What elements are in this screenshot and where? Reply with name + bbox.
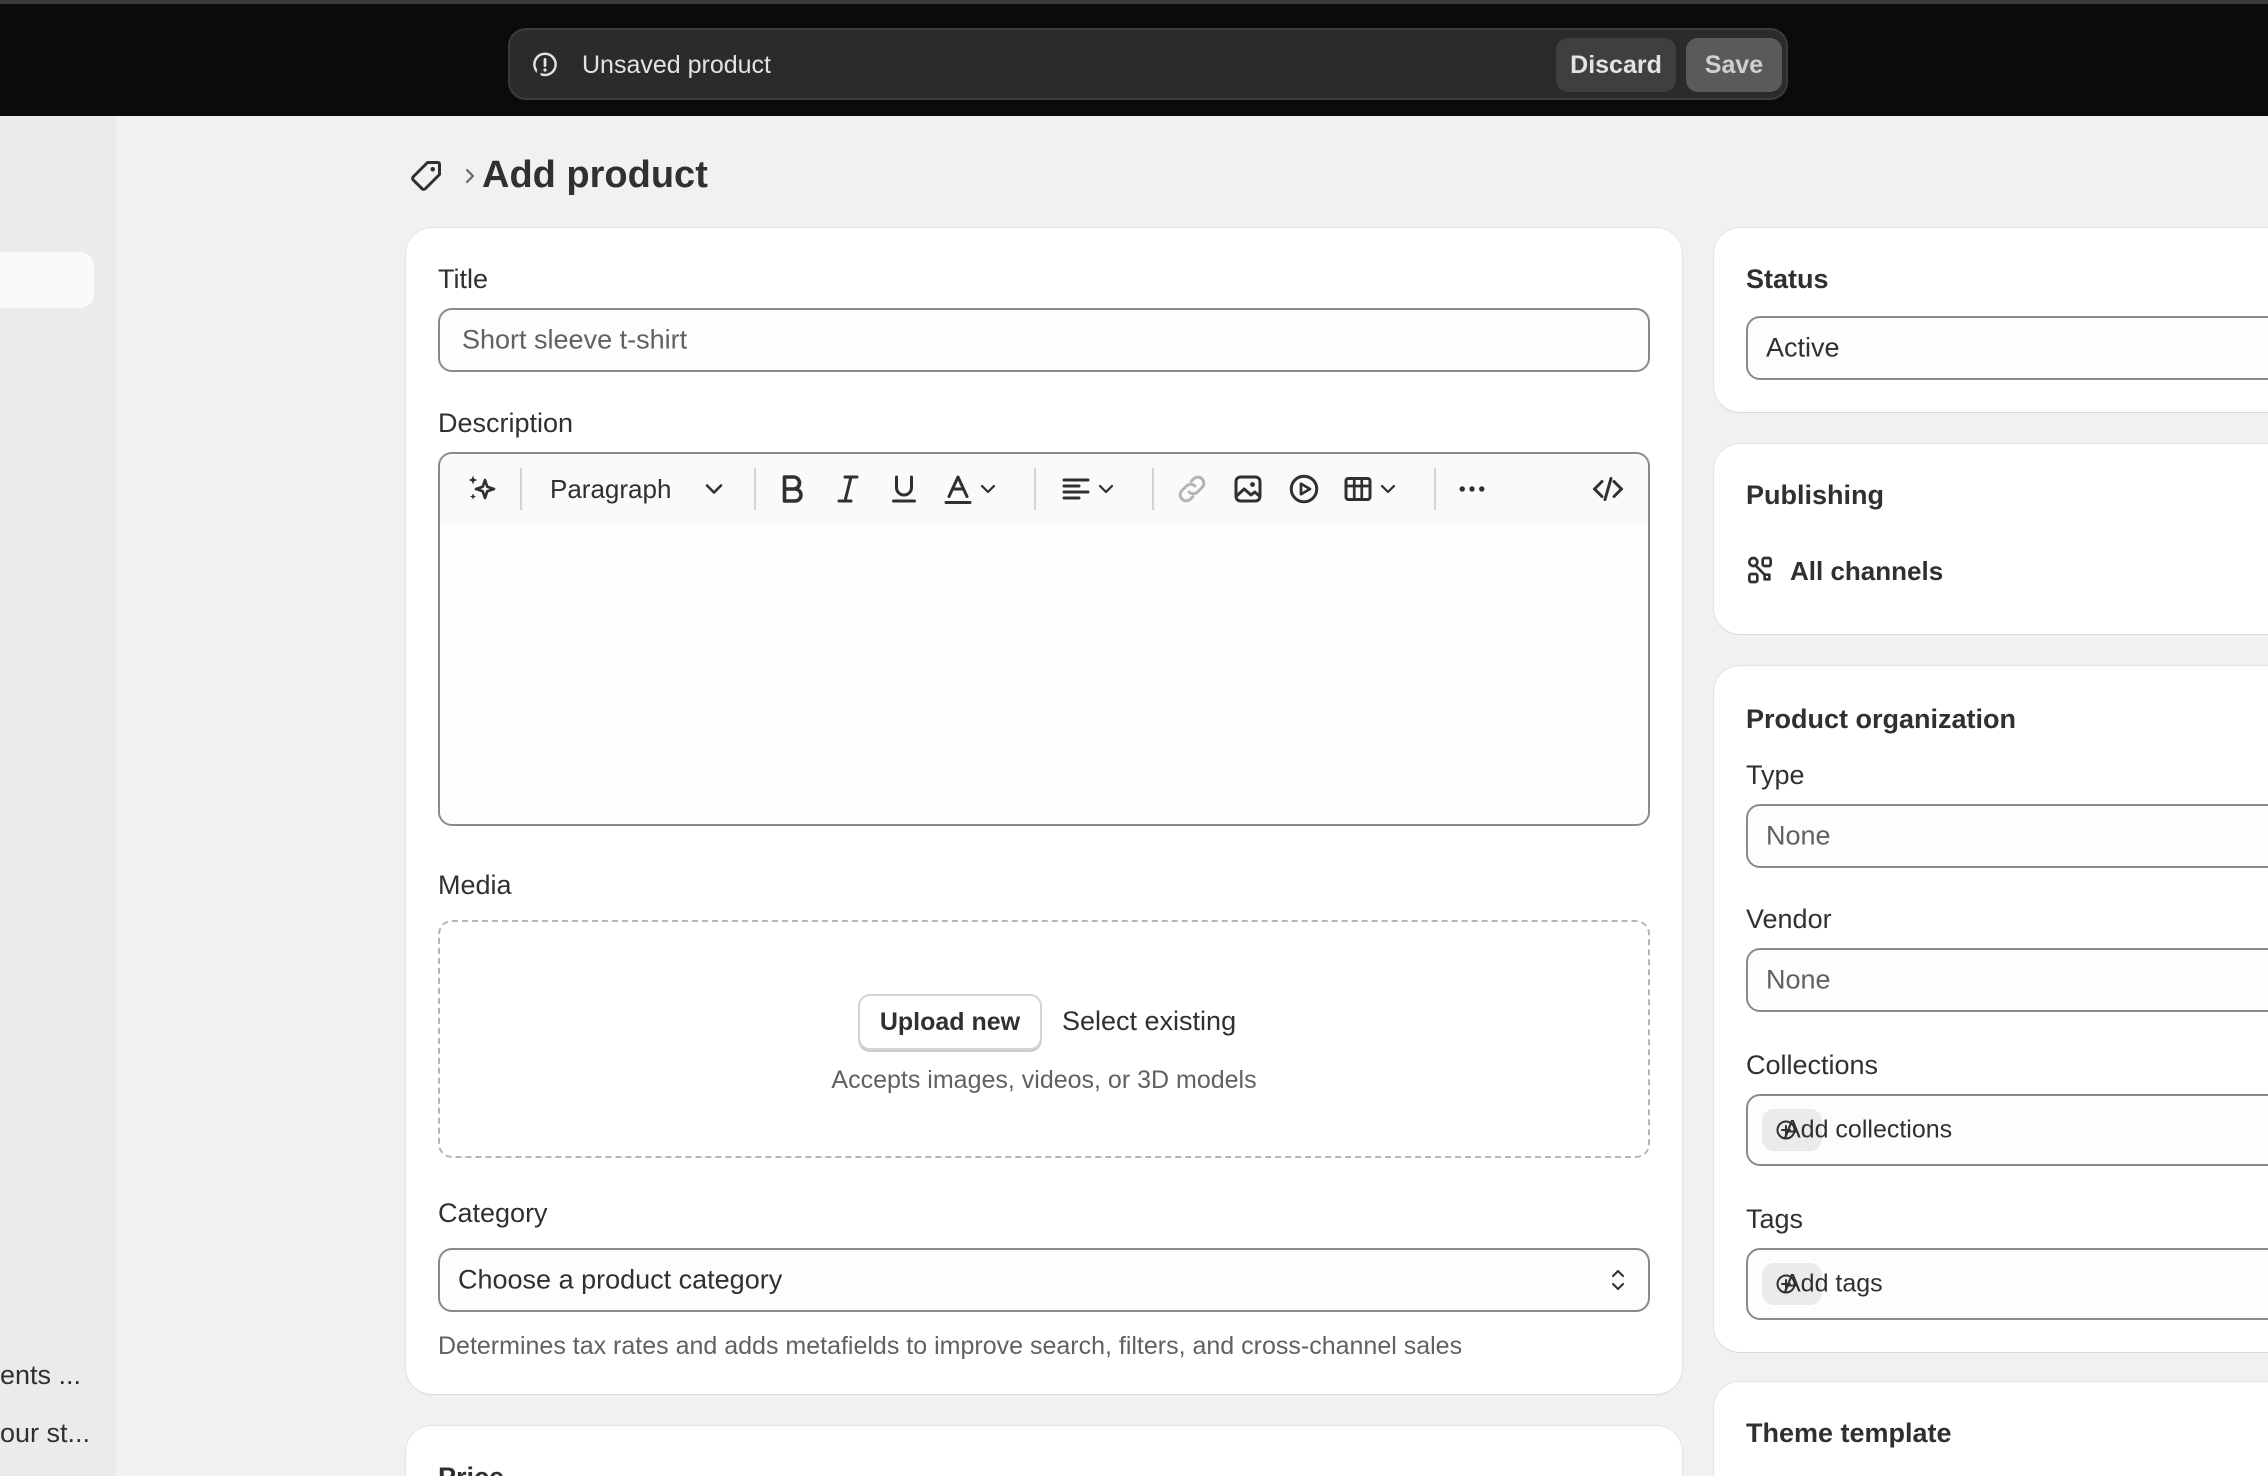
contextual-save-bar: Unsaved product Discard Save: [508, 28, 1788, 100]
vendor-label: Vendor: [1746, 904, 1832, 934]
link-icon[interactable]: [1174, 471, 1210, 507]
description-editor: Paragraph: [438, 452, 1650, 826]
text-color-icon[interactable]: [940, 471, 976, 507]
publishing-heading: Publishing: [1746, 480, 1884, 510]
editor-toolbar: Paragraph: [440, 454, 1648, 524]
underline-icon[interactable]: [886, 471, 922, 507]
publishing-card: Publishing All channels: [1714, 444, 2268, 634]
page-title: Add product: [482, 154, 708, 196]
collections-input[interactable]: Add collections: [1746, 1094, 2268, 1166]
title-input[interactable]: Short sleeve t-shirt: [438, 308, 1650, 372]
category-helper-text: Determines tax rates and adds metafields…: [438, 1332, 1463, 1360]
price-card: Price: [406, 1426, 1682, 1476]
title-placeholder: Short sleeve t-shirt: [462, 324, 688, 355]
toolbar-divider: [1434, 468, 1436, 510]
toolbar-divider: [1152, 468, 1154, 510]
media-hint: Accepts images, videos, or 3D models: [831, 1066, 1257, 1094]
discard-button[interactable]: Discard: [1556, 38, 1676, 92]
collections-label: Collections: [1746, 1050, 1879, 1080]
add-tags-label: Add tags: [1784, 1269, 1883, 1298]
sidebar-nav: ents ... our st...: [0, 116, 116, 1476]
category-placeholder: Choose a product category: [458, 1264, 783, 1295]
code-icon[interactable]: [1590, 471, 1626, 507]
chevron-down-icon[interactable]: [1094, 471, 1118, 507]
type-value: None: [1766, 820, 1831, 851]
select-chevrons-icon: [1612, 1270, 1624, 1290]
sidebar-item[interactable]: our st...: [0, 1418, 90, 1449]
media-label: Media: [438, 870, 512, 900]
select-existing-link[interactable]: Select existing: [1062, 1006, 1236, 1037]
upload-new-button[interactable]: Upload new: [858, 994, 1042, 1050]
add-collections-label: Add collections: [1784, 1115, 1953, 1144]
toolbar-divider: [1034, 468, 1036, 510]
product-organization-card: Product organization Type None Vendor No…: [1714, 666, 2268, 1352]
theme-template-heading: Theme template: [1746, 1418, 1952, 1448]
table-icon[interactable]: [1340, 471, 1376, 507]
category-label: Category: [438, 1198, 548, 1228]
chevron-right-icon: [466, 169, 474, 183]
align-left-icon[interactable]: [1058, 471, 1094, 507]
video-play-icon[interactable]: [1286, 471, 1322, 507]
chevron-down-icon[interactable]: [1376, 471, 1400, 507]
type-select[interactable]: None: [1746, 804, 2268, 868]
add-tags-chip[interactable]: Add tags: [1762, 1263, 1883, 1305]
description-textarea[interactable]: [440, 524, 1648, 824]
unsaved-message: Unsaved product: [582, 51, 772, 79]
magic-sparkle-icon[interactable]: [464, 471, 500, 507]
add-collections-chip[interactable]: Add collections: [1762, 1109, 1952, 1151]
organization-heading: Product organization: [1746, 704, 2016, 734]
save-button[interactable]: Save: [1686, 38, 1782, 92]
sidebar-item-active[interactable]: [0, 252, 94, 308]
theme-template-card: Theme template: [1714, 1382, 2268, 1476]
sidebar-item[interactable]: ents ...: [0, 1360, 81, 1391]
tags-input[interactable]: Add tags: [1746, 1248, 2268, 1320]
toolbar-divider: [754, 468, 756, 510]
image-icon[interactable]: [1230, 471, 1266, 507]
status-card: Status Active: [1714, 228, 2268, 412]
product-details-card: Title Short sleeve t-shirt Description P…: [406, 228, 1682, 1394]
more-horizontal-icon[interactable]: [1454, 471, 1490, 507]
category-select[interactable]: Choose a product category: [438, 1248, 1650, 1312]
paragraph-style-select[interactable]: Paragraph: [550, 471, 671, 507]
chevron-down-icon[interactable]: [976, 471, 1000, 507]
description-label: Description: [438, 408, 574, 438]
price-heading: Price: [438, 1462, 504, 1476]
media-dropzone[interactable]: Upload new Select existing Accepts image…: [438, 920, 1650, 1158]
toolbar-divider: [520, 468, 522, 510]
top-bar: Unsaved product Discard Save: [0, 0, 2268, 116]
vendor-select[interactable]: None: [1746, 948, 2268, 1012]
status-value: Active: [1766, 332, 1840, 363]
type-label: Type: [1746, 760, 1805, 790]
vendor-value: None: [1766, 964, 1831, 995]
title-label: Title: [438, 264, 489, 294]
alert-icon: [533, 52, 557, 77]
all-channels-link[interactable]: All channels: [1790, 556, 1943, 587]
italic-icon[interactable]: [830, 471, 866, 507]
chevron-down-icon[interactable]: [700, 471, 728, 507]
status-select[interactable]: Active: [1746, 316, 2268, 380]
status-heading: Status: [1746, 264, 1829, 294]
tags-label: Tags: [1746, 1204, 1804, 1234]
tag-icon[interactable]: [408, 158, 444, 194]
channels-icon: [1748, 556, 1772, 584]
bold-icon[interactable]: [774, 471, 810, 507]
